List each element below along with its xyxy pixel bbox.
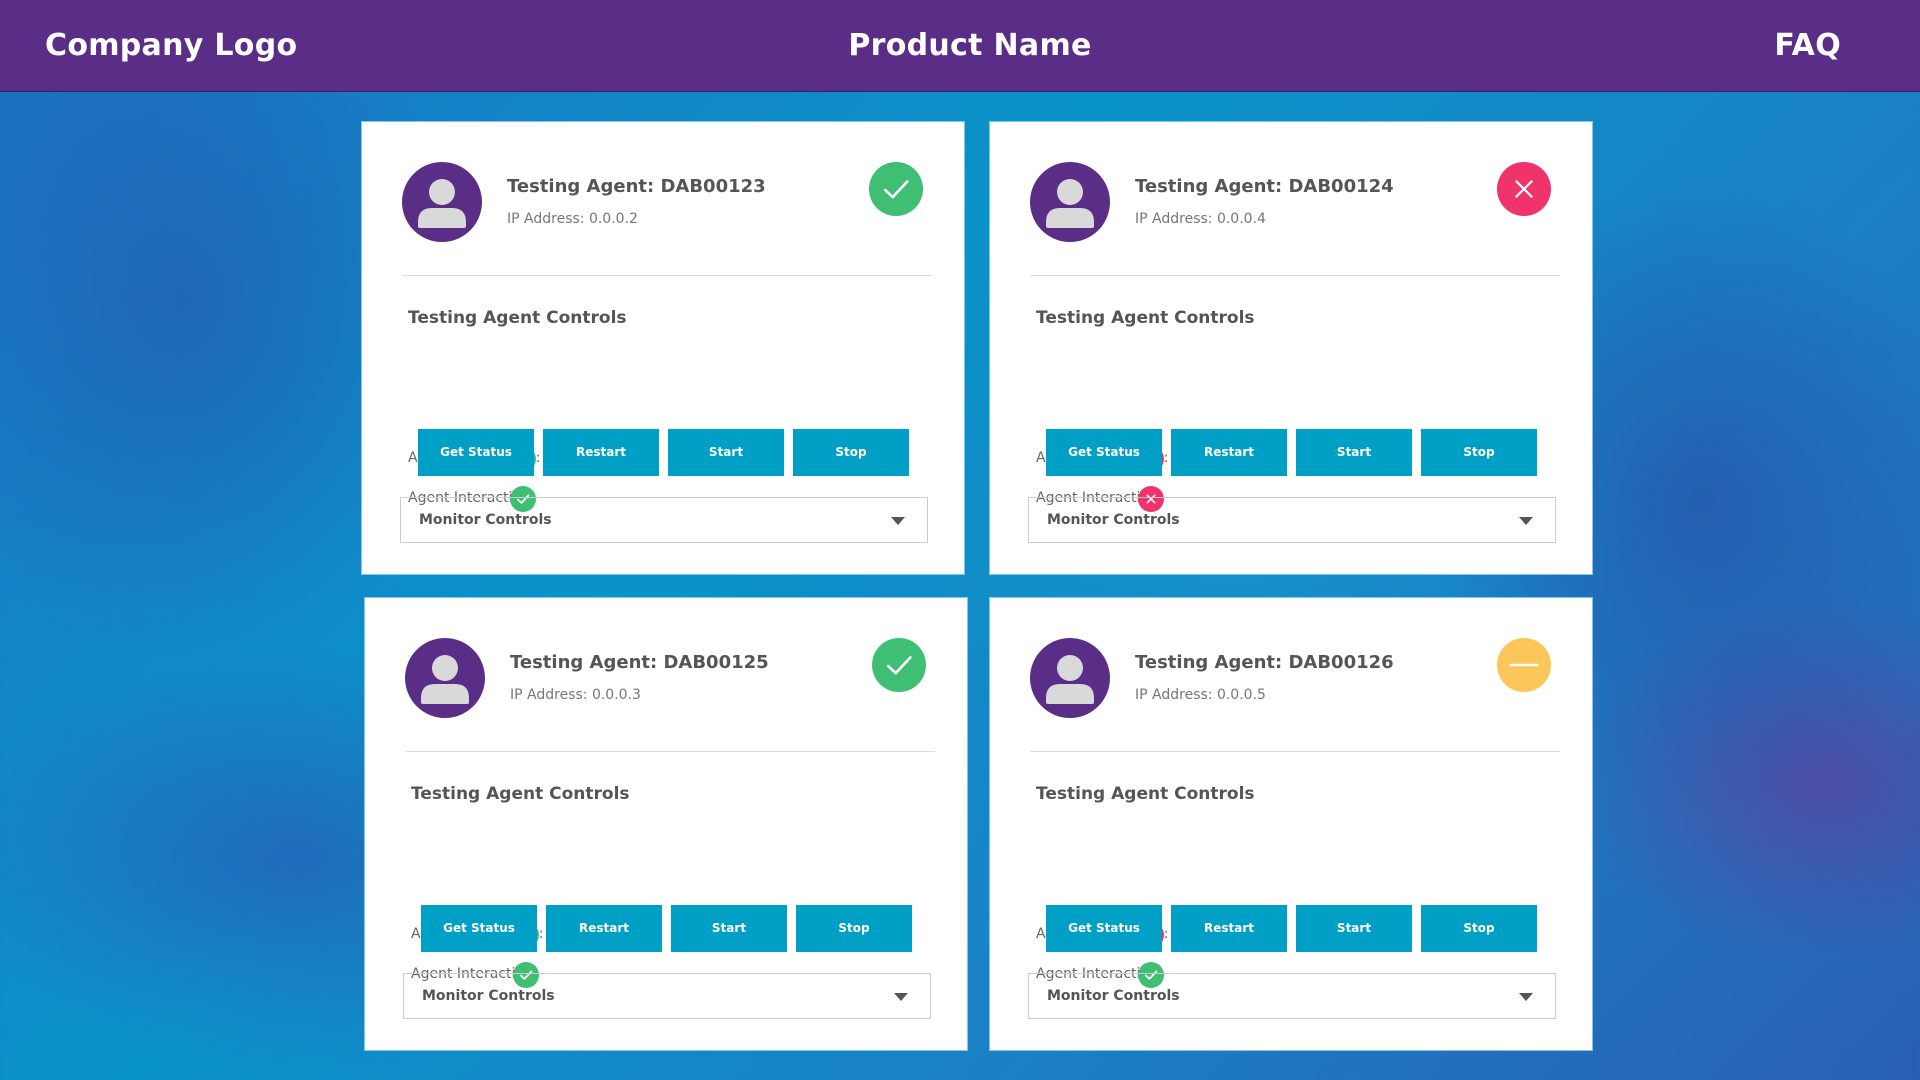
divider (405, 751, 935, 752)
restart-button[interactable]: Restart (546, 905, 662, 952)
monitor-controls-label: Monitor Controls (1047, 512, 1180, 528)
user-icon (1030, 638, 1110, 718)
close-icon (1497, 162, 1551, 216)
agent-name: Testing Agent: DAB00124 (1135, 176, 1394, 197)
agent-name: Testing Agent: DAB00125 (510, 652, 769, 673)
start-button[interactable]: Start (668, 429, 784, 476)
controls-title: Testing Agent Controls (1036, 784, 1255, 804)
user-icon (405, 638, 485, 718)
status-badge (1497, 162, 1551, 216)
user-icon (402, 162, 482, 242)
avatar (1030, 638, 1110, 718)
chevron-down-icon (891, 517, 905, 525)
product-name: Product Name (848, 28, 1092, 63)
agent-ip-address: IP Address: 0.0.0.3 (510, 687, 641, 703)
check-icon (872, 638, 926, 692)
monitor-controls-label: Monitor Controls (422, 988, 555, 1004)
agent-card: Testing Agent: DAB00123 IP Address: 0.0.0… (361, 121, 965, 575)
get-status-button[interactable]: Get Status (418, 429, 534, 476)
controls-title: Testing Agent Controls (1036, 308, 1255, 328)
agent-ip-address: IP Address: 0.0.0.5 (1135, 687, 1266, 703)
divider (402, 275, 932, 276)
status-badge (869, 162, 923, 216)
controls-title: Testing Agent Controls (408, 308, 627, 328)
stop-button[interactable]: Stop (1421, 429, 1537, 476)
restart-button[interactable]: Restart (1171, 905, 1287, 952)
check-icon (869, 162, 923, 216)
monitor-controls-label: Monitor Controls (1047, 988, 1180, 1004)
stop-button[interactable]: Stop (1421, 905, 1537, 952)
agent-ip-address: IP Address: 0.0.0.2 (507, 211, 638, 227)
user-icon (1030, 162, 1110, 242)
divider (1030, 751, 1560, 752)
restart-button[interactable]: Restart (1171, 429, 1287, 476)
agent-name: Testing Agent: DAB00123 (507, 176, 766, 197)
chevron-down-icon (894, 993, 908, 1001)
monitor-controls-dropdown[interactable]: Monitor Controls (400, 497, 928, 543)
divider (1030, 275, 1560, 276)
top-header: Company Logo Product Name FAQ (0, 0, 1920, 92)
start-button[interactable]: Start (1296, 429, 1412, 476)
monitor-controls-label: Monitor Controls (419, 512, 552, 528)
stop-button[interactable]: Stop (796, 905, 912, 952)
chevron-down-icon (1519, 517, 1533, 525)
monitor-controls-dropdown[interactable]: Monitor Controls (1028, 497, 1556, 543)
agent-ip-address: IP Address: 0.0.0.4 (1135, 211, 1266, 227)
status-badge (1497, 638, 1551, 692)
chevron-down-icon (1519, 993, 1533, 1001)
start-button[interactable]: Start (671, 905, 787, 952)
avatar (405, 638, 485, 718)
faq-link[interactable]: FAQ (1774, 0, 1841, 92)
agent-card: Testing Agent: DAB00125 IP Address: 0.0.0… (364, 597, 968, 1051)
stop-button[interactable]: Stop (793, 429, 909, 476)
agent-card: Testing Agent: DAB00126 IP Address: 0.0.0… (989, 597, 1593, 1051)
minus-icon (1497, 638, 1551, 692)
restart-button[interactable]: Restart (543, 429, 659, 476)
status-badge (872, 638, 926, 692)
start-button[interactable]: Start (1296, 905, 1412, 952)
avatar (402, 162, 482, 242)
monitor-controls-dropdown[interactable]: Monitor Controls (403, 973, 931, 1019)
monitor-controls-dropdown[interactable]: Monitor Controls (1028, 973, 1556, 1019)
controls-title: Testing Agent Controls (411, 784, 630, 804)
get-status-button[interactable]: Get Status (421, 905, 537, 952)
get-status-button[interactable]: Get Status (1046, 429, 1162, 476)
agent-name: Testing Agent: DAB00126 (1135, 652, 1394, 673)
get-status-button[interactable]: Get Status (1046, 905, 1162, 952)
avatar (1030, 162, 1110, 242)
agent-card: Testing Agent: DAB00124 IP Address: 0.0.0… (989, 121, 1593, 575)
